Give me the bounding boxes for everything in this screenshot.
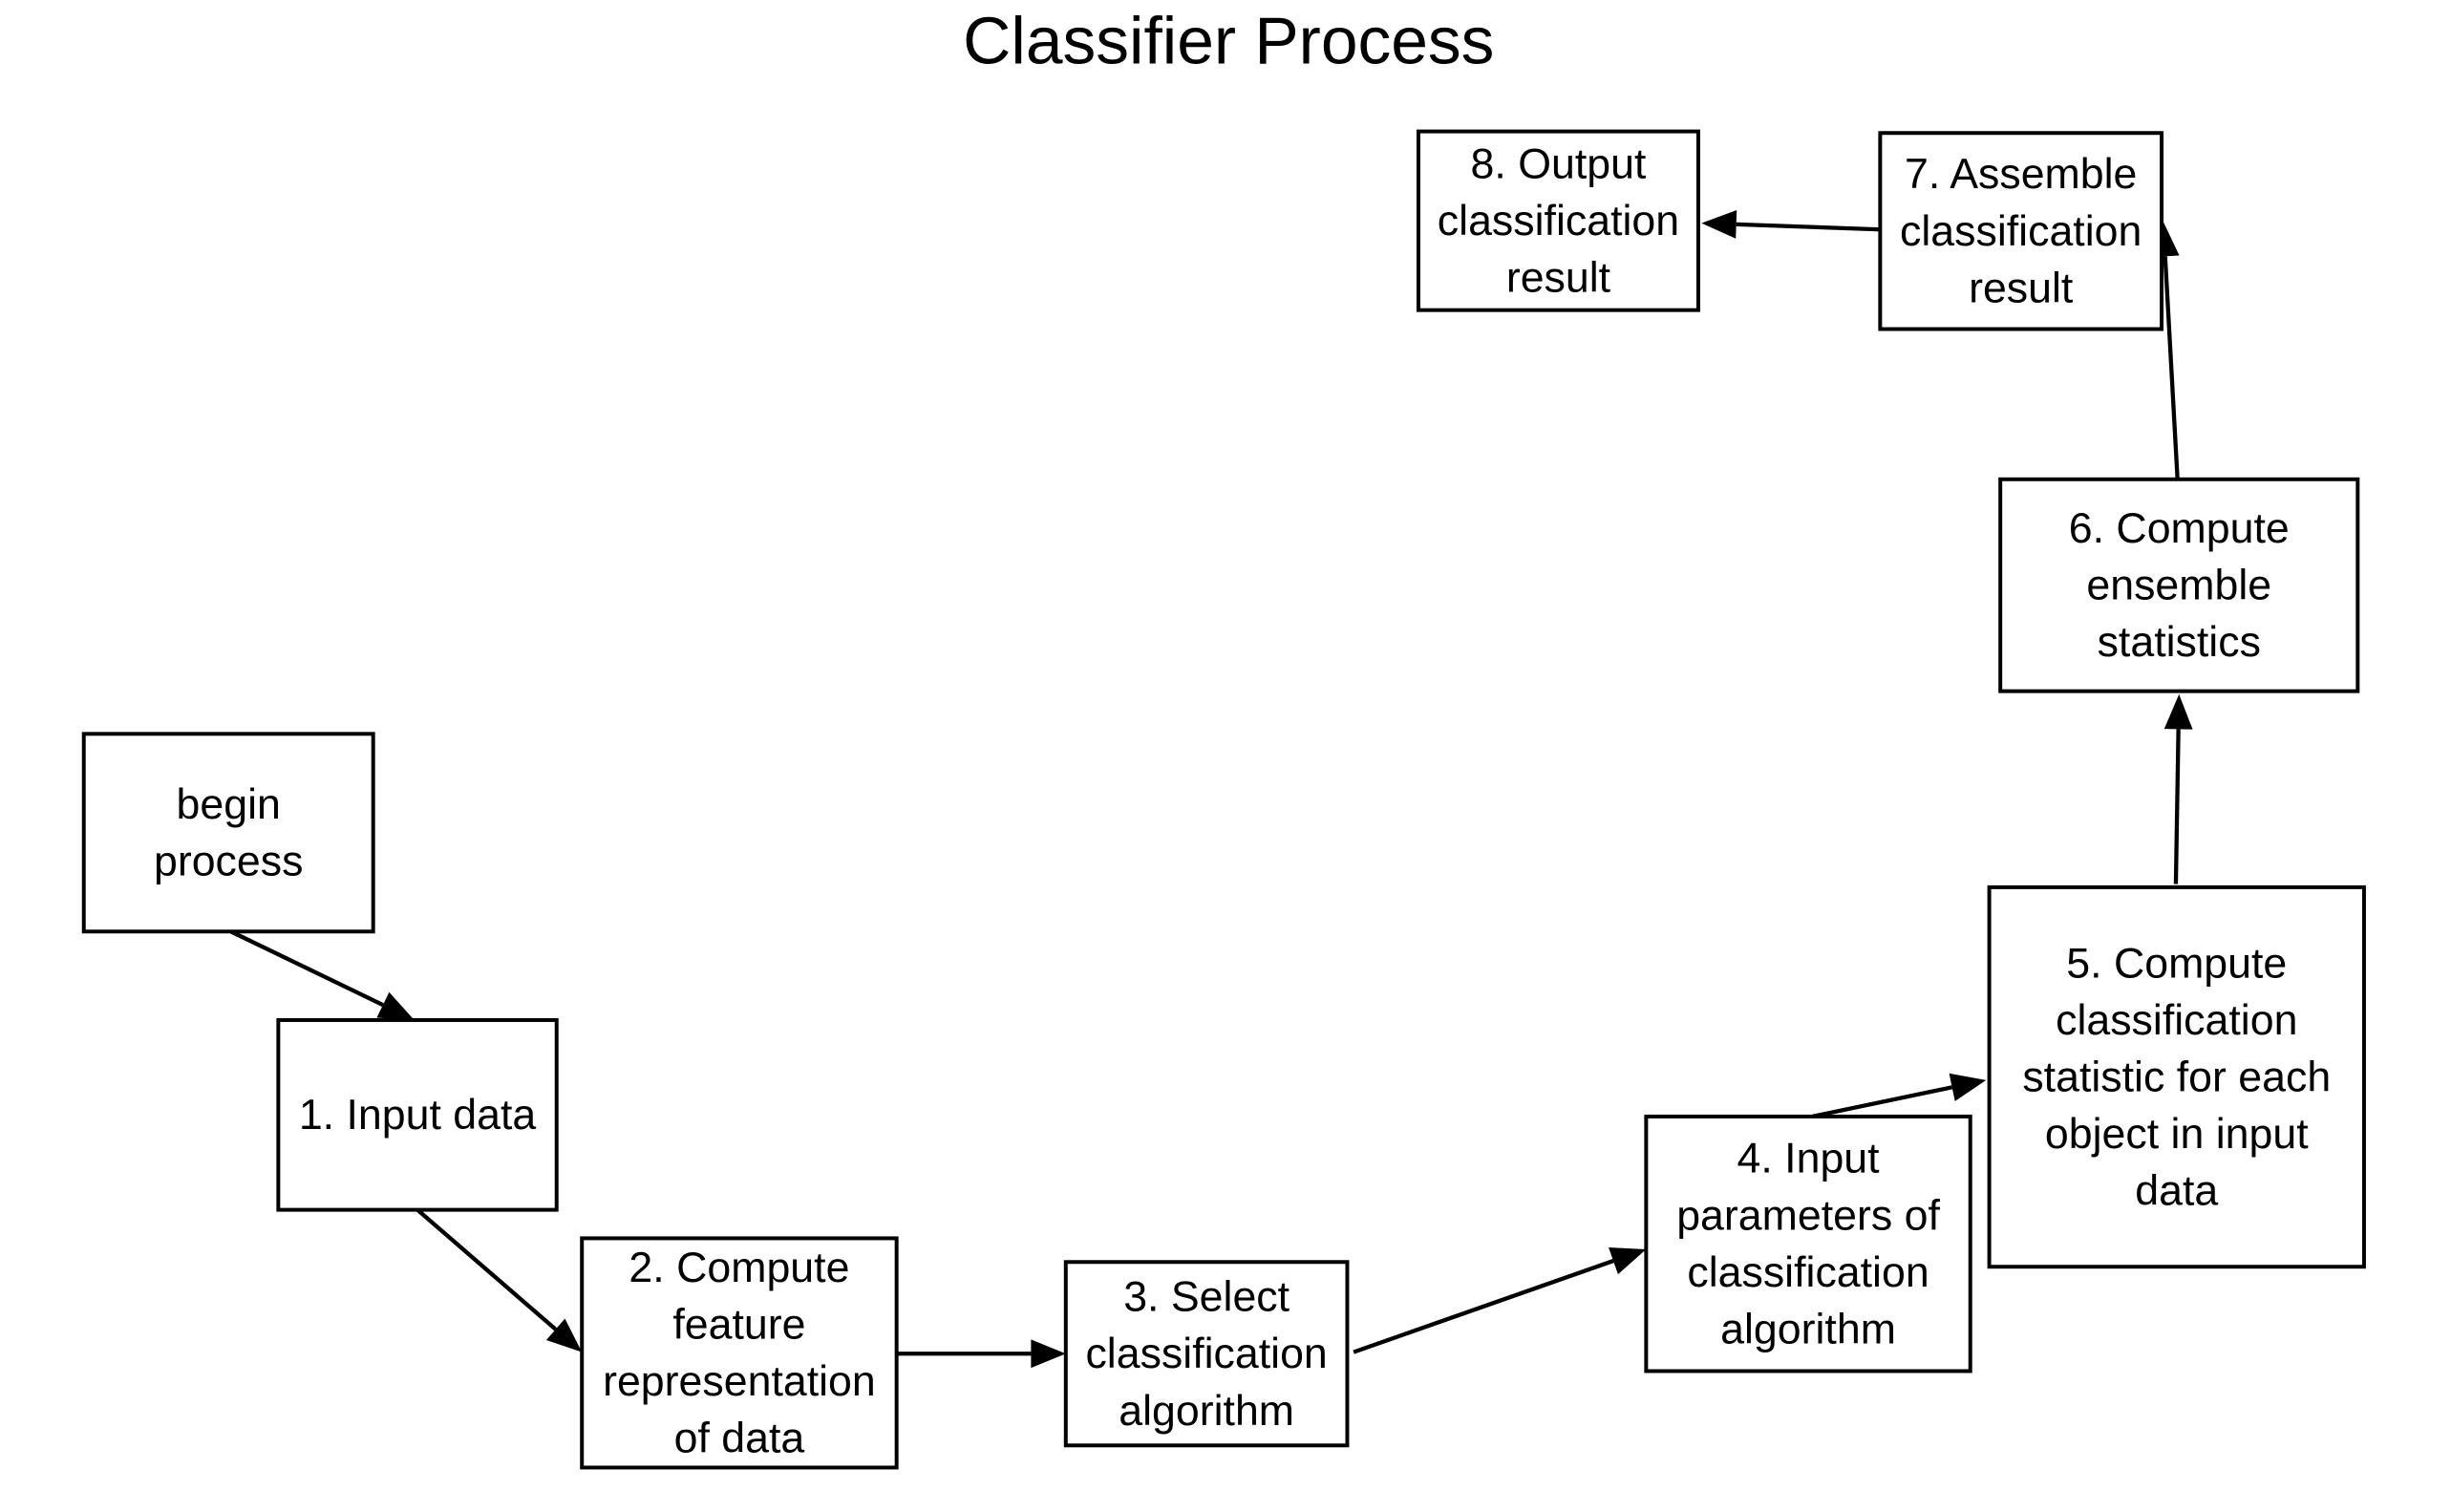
node-label-line: 8. Output xyxy=(1471,140,1647,187)
edge-line xyxy=(2163,256,2180,479)
arrowhead-icon xyxy=(1949,1073,1987,1101)
classifier-process-diagram: Classifier Process begin process 1. Input … xyxy=(81,3,2366,1470)
node-label-line: begin xyxy=(177,781,281,828)
edge-step2-to-step3 xyxy=(896,1339,1066,1369)
node-label-line: algorithm xyxy=(1119,1388,1294,1435)
node-label-line: classification xyxy=(1438,198,1679,245)
edge-line xyxy=(1353,1259,1614,1354)
node-box xyxy=(81,732,375,934)
node-step5: 5. Compute classification statistic for ea… xyxy=(1987,884,2366,1269)
node-label-line: ensemble xyxy=(2086,563,2271,609)
edge-step5-to-step6 xyxy=(2163,693,2193,884)
arrowhead-icon xyxy=(1701,210,1737,239)
node-label-line: 6. Compute xyxy=(2069,505,2290,552)
node-label-line: algorithm xyxy=(1720,1307,1896,1353)
node-label-line: result xyxy=(1969,265,2074,311)
node-label-line: 1. Input data xyxy=(299,1092,537,1139)
node-label-line: of data xyxy=(674,1416,805,1462)
node-step3: 3. Select classification algorithm xyxy=(1063,1260,1350,1448)
node-label-line: feature xyxy=(672,1302,805,1349)
edge-step4-to-step5 xyxy=(1811,1073,1987,1119)
node-label-line: object in input xyxy=(2045,1111,2309,1158)
node-label-line: classification xyxy=(1900,208,2142,255)
diagram-title: Classifier Process xyxy=(963,3,1494,77)
node-step6: 6. Compute ensemble statistics xyxy=(1998,477,2360,693)
edge-step1-to-step2 xyxy=(416,1207,583,1352)
arrowhead-icon xyxy=(1609,1247,1647,1275)
node-label-line: result xyxy=(1506,255,1611,302)
node-label-line: statistic for each xyxy=(2022,1054,2331,1100)
edge-line xyxy=(1811,1085,1953,1119)
node-step1: 1. Input data xyxy=(276,1017,559,1212)
node-label-line: process xyxy=(154,838,303,884)
edge-line xyxy=(416,1207,558,1331)
edge-step3-to-step4 xyxy=(1353,1247,1647,1354)
node-step8: 8. Output classification result xyxy=(1416,129,1700,312)
node-label-line: classification xyxy=(2056,997,2297,1044)
edge-line xyxy=(2173,729,2181,884)
node-label-line: statistics xyxy=(2098,619,2261,666)
node-label-line: data xyxy=(2135,1168,2218,1215)
node-label-line: classification xyxy=(1687,1249,1929,1296)
node-step2: 2. Compute feature representation of data xyxy=(580,1236,899,1470)
node-begin: begin process xyxy=(81,732,375,934)
edge-line xyxy=(229,929,384,1008)
edge-line xyxy=(1736,222,1881,232)
node-label-line: 4. Input xyxy=(1737,1136,1881,1182)
node-label-line: parameters of xyxy=(1676,1192,1940,1239)
node-label-line: representation xyxy=(603,1358,876,1405)
node-step7: 7. Assemble classification result xyxy=(1878,131,2164,331)
edge-begin-to-step1 xyxy=(229,929,415,1020)
node-label-line: 2. Compute xyxy=(629,1245,849,1291)
arrowhead-icon xyxy=(2163,693,2193,730)
node-label-line: 3. Select xyxy=(1123,1274,1289,1321)
nodes: begin process 1. Input data 2. Compute featu… xyxy=(81,129,2366,1470)
node-step4: 4. Input parameters of classification algor… xyxy=(1644,1114,1972,1374)
node-label-line: 7. Assemble xyxy=(1905,151,2137,198)
node-label-line: 5. Compute xyxy=(2066,940,2287,987)
edge-step7-to-step8 xyxy=(1701,210,1881,239)
node-label-line: classification xyxy=(1085,1331,1327,1377)
arrowhead-icon xyxy=(1031,1339,1066,1369)
